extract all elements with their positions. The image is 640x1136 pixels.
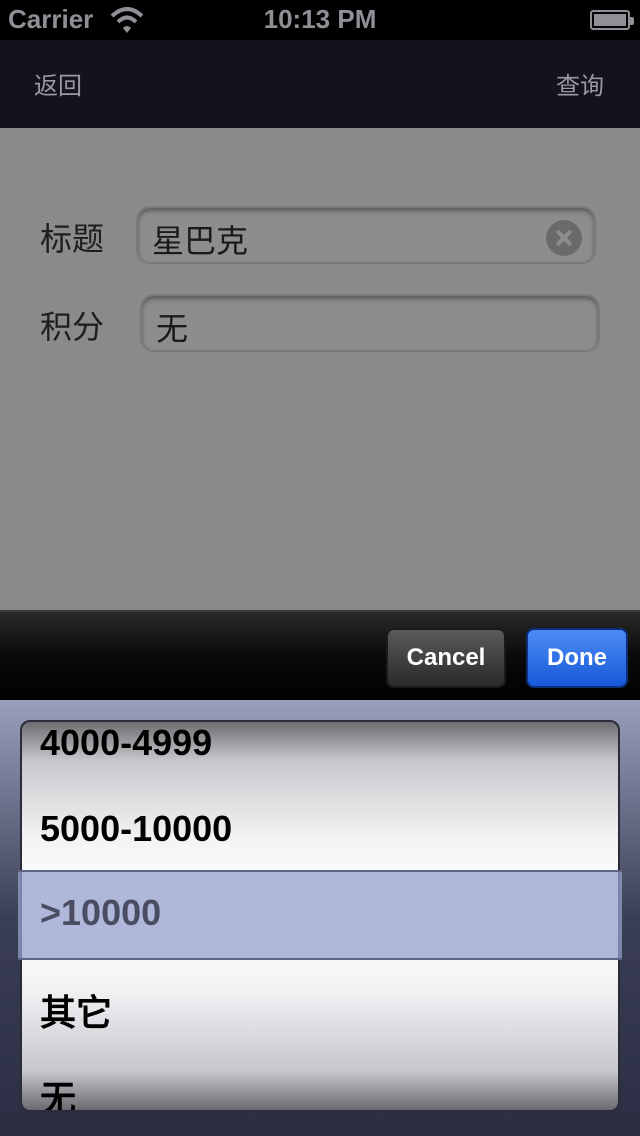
points-picker: 4000-4999 5000-10000 其它 无 >10000 — [0, 700, 640, 1136]
picker-row[interactable]: 5000-10000 — [40, 808, 232, 850]
points-field[interactable]: 无 — [140, 294, 600, 352]
title-field[interactable]: 星巴克 — [136, 206, 596, 264]
picker-row[interactable]: 无 — [40, 1070, 76, 1110]
clock: 10:13 PM — [263, 4, 377, 34]
query-button[interactable]: 查询 — [556, 66, 604, 101]
cancel-button[interactable]: Cancel — [386, 628, 506, 688]
title-label: 标题 — [40, 220, 105, 258]
picker-toolbar: Cancel Done — [0, 610, 640, 700]
points-label: 积分 — [40, 308, 105, 346]
picker-selection-bar: >10000 — [18, 870, 622, 960]
picker-row-selected[interactable]: >10000 — [40, 892, 161, 934]
navigation-bar: 返回 查询 — [0, 40, 640, 128]
status-bar: Carrier 10:13 PM — [0, 0, 640, 40]
picker-row[interactable]: 其它 — [40, 984, 112, 1036]
picker-row[interactable]: 4000-4999 — [40, 722, 212, 764]
battery-icon — [590, 10, 634, 30]
clear-icon[interactable] — [546, 220, 582, 256]
points-field-value: 无 — [156, 310, 189, 348]
title-field-value: 星巴克 — [152, 222, 249, 260]
done-button[interactable]: Done — [526, 628, 628, 688]
back-button[interactable]: 返回 — [34, 66, 82, 101]
